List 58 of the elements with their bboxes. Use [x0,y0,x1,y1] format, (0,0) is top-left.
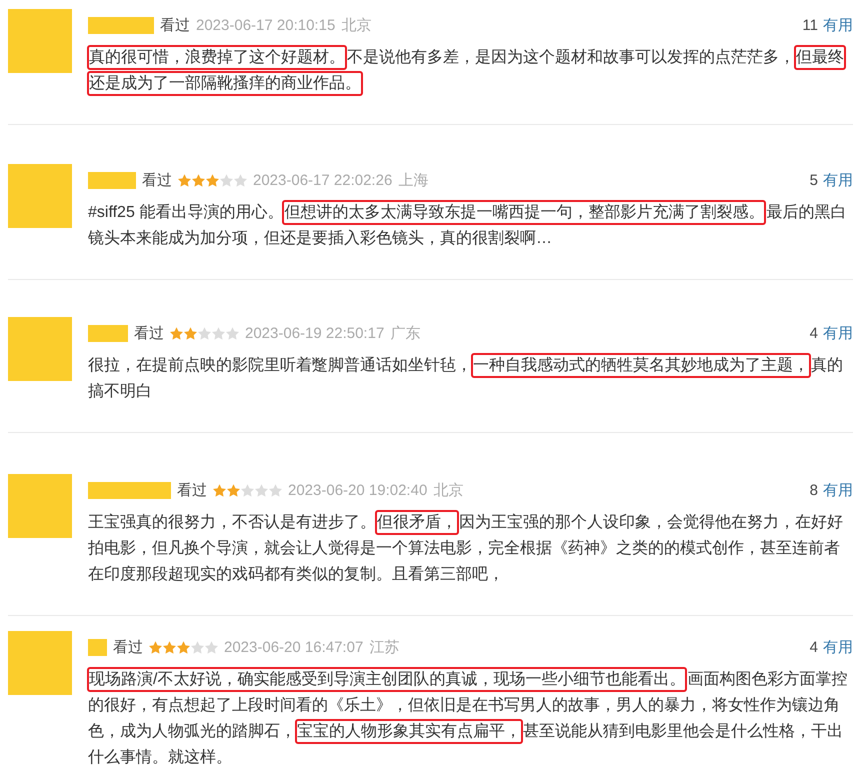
vote-count: 8 [810,482,818,498]
review-location: 北京 [433,480,464,500]
star-icon [220,174,233,186]
review-location: 广东 [390,324,420,342]
status-label: 看过 [177,480,207,500]
star-icon [234,174,247,186]
status-label: 看过 [134,324,164,342]
vote-count: 11 [802,16,818,34]
star-icon [170,326,183,340]
star-icon [205,640,218,654]
star-icon [255,484,268,496]
review-location: 北京 [341,16,372,34]
redaction-bar [88,172,136,188]
review-text: 现场路演/不太好说，确实能感受到导演主创团队的真诚，现场一些小细节也能看出。画面构图色彩方面掌控的很好，有点想起了上段时间看的《乐土》，但依旧是在书写男人的故事，男人的暴力，将女性作为镶边角色，成为人物弧光的踏脚石，宝宝的人物形象其实有点扁平，甚至说能从猜到电影里他会是什么性格，干出什么事情。就这样。 [84,664,857,774]
status-label: 看过 [113,638,143,656]
star-icon [178,174,191,186]
review-location: 江苏 [369,638,400,656]
review-text: 王宝强真的很努力，不否认是有进步了。但很矛盾，因为王宝强的那个人设印象，会觉得他在努力，在好好拍电影，但凡换个导演，就会让人觉得是一个算法电影，完全根据《药神》之类的的模式创作，甚至连前者在印度那段超现实的戏码都有类似的复制。且看第三部吧， [84,507,857,591]
star-icon [192,174,205,186]
vote-count: 5 [810,172,818,188]
redaction-bar [88,638,107,656]
redaction-bar [88,324,128,342]
redaction-bar [88,16,154,34]
useful-link[interactable]: 有用 [823,324,853,342]
useful-link[interactable]: 有用 [823,16,853,34]
star-icon [206,174,219,186]
star-icon [198,326,211,340]
review-time: 2023-06-17 20:10:15 [196,16,336,34]
avatar-placeholder [8,164,72,228]
avatar-placeholder [8,317,72,381]
status-label: 看过 [142,170,172,190]
star-icon [241,484,254,496]
review-text: 很拉，在提前点映的影院里听着蹩脚普通话如坐针毡，一种自我感动式的牺牲莫名其妙地成为了主题，真的搞不明白 [84,350,857,408]
review-text: #siff25 能看出导演的用心。但想讲的太多太满导致东提一嘴西提一句，整部影片充满了割裂感。最后的黑白镜头本来能成为加分项，但还是要插入彩色镜头，真的很割裂啊… [84,197,857,255]
star-icon [177,640,190,654]
useful-link[interactable]: 有用 [823,170,853,190]
star-icon [163,640,176,654]
review-time: 2023-06-19 22:50:17 [245,324,384,342]
star-icon [212,326,225,340]
star-icon [269,484,282,496]
review-time: 2023-06-20 16:47:07 [224,638,364,656]
useful-link[interactable]: 有用 [823,638,853,656]
vote-count: 4 [810,324,818,342]
star-icon [226,326,239,340]
star-icon [149,640,162,654]
review-location: 上海 [398,170,428,190]
vote-count: 4 [810,638,818,656]
avatar-placeholder [8,474,72,538]
review-time: 2023-06-17 22:02:26 [253,172,392,188]
star-icon [213,484,226,496]
avatar-placeholder [8,631,72,695]
avatar-placeholder [8,9,72,73]
star-icon [227,484,240,496]
status-label: 看过 [160,16,190,34]
star-icon [191,640,204,654]
star-icon [184,326,197,340]
review-time: 2023-06-20 19:02:40 [288,482,428,498]
useful-link[interactable]: 有用 [823,480,853,500]
